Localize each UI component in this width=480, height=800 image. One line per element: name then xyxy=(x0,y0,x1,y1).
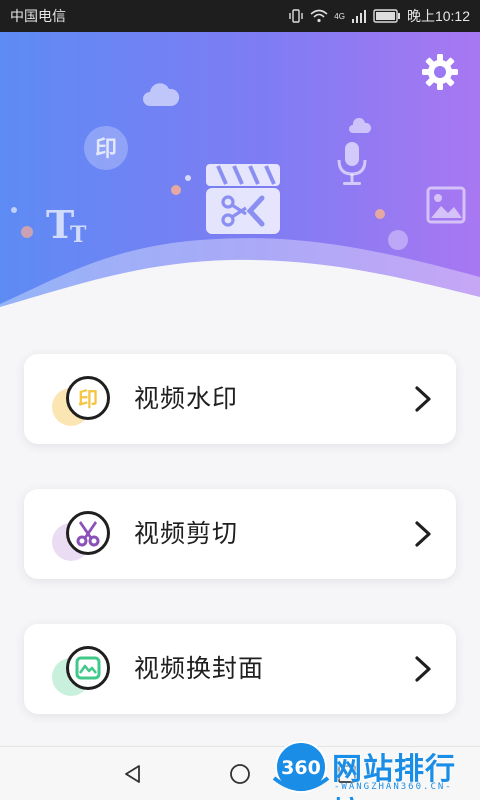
menu-label: 视频换封面 xyxy=(134,654,265,683)
battery-icon xyxy=(373,9,401,23)
hero-banner: 印 T T xyxy=(0,32,480,332)
back-icon xyxy=(125,765,140,783)
image-cover-icon xyxy=(66,646,110,690)
stamp-print-icon: 印 xyxy=(66,376,110,420)
carrier-label: 中国电信 xyxy=(10,8,66,24)
network-type-label: 4G xyxy=(334,12,345,21)
menu-label: 视频水印 xyxy=(134,384,239,413)
menu-icon-wrap xyxy=(52,644,112,698)
watermark-360: 360 网站排行榜 -WANGZHAN360.CN- xyxy=(270,736,480,800)
logo-360-text: 360 xyxy=(281,757,321,779)
menu-icon-wrap xyxy=(52,509,112,563)
clock: 晚上10:12 xyxy=(406,8,470,24)
scissors-icon xyxy=(66,511,110,555)
decorative-dots xyxy=(11,175,408,250)
home-icon xyxy=(230,764,250,784)
menu-icon-wrap: 印 xyxy=(52,374,112,428)
chevron-right-icon xyxy=(415,656,431,682)
back-button[interactable] xyxy=(118,759,148,789)
wifi-icon xyxy=(310,9,328,23)
home-button[interactable] xyxy=(225,759,255,789)
logo-360-icon: 360 xyxy=(272,741,330,793)
icon-glyph: 印 xyxy=(78,387,98,411)
status-bar: 中国电信 4G 晚上10:12 xyxy=(0,0,480,32)
signal-icon xyxy=(351,9,367,23)
watermark-subtitle: -WANGZHAN360.CN- xyxy=(334,782,453,792)
menu-item-video-watermark[interactable]: 印 视频水印 xyxy=(24,354,456,444)
menu-item-video-cut[interactable]: 视频剪切 xyxy=(24,489,456,579)
menu-item-video-cover[interactable]: 视频换封面 xyxy=(24,624,456,714)
chevron-right-icon xyxy=(415,386,431,412)
vibrate-icon xyxy=(288,8,304,24)
chevron-right-icon xyxy=(415,521,431,547)
menu-label: 视频剪切 xyxy=(134,519,239,548)
